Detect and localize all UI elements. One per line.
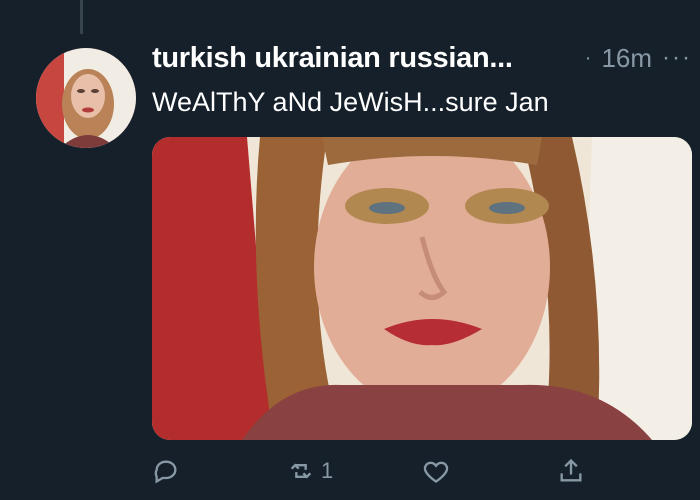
retweet-icon — [290, 463, 312, 479]
tweet-actions: 1 — [152, 452, 692, 490]
tweet-meta: · 16m ··· — [585, 43, 692, 74]
reply-button[interactable] — [152, 457, 287, 485]
thread-line — [80, 0, 83, 34]
like-button[interactable] — [422, 457, 557, 485]
timestamp[interactable]: 16m — [601, 43, 652, 74]
retweet-button[interactable]: 1 — [287, 457, 422, 485]
avatar-image — [36, 48, 136, 148]
media-image — [152, 137, 692, 440]
separator-dot: · — [584, 46, 592, 69]
share-button[interactable] — [557, 457, 692, 485]
avatar[interactable] — [36, 48, 136, 148]
reply-icon — [154, 460, 177, 484]
tweet-media[interactable] — [152, 137, 692, 440]
tweet-header: turkish ukrainian russian... · 16m ··· — [152, 38, 692, 78]
share-icon — [560, 458, 582, 482]
retweet-count: 1 — [321, 458, 334, 483]
tweet-text: WeAlThY aNd JeWisH...sure Jan — [152, 87, 549, 117]
heart-icon — [423, 461, 449, 483]
more-options-icon[interactable]: ··· — [662, 44, 692, 72]
author-name[interactable]: turkish ukrainian russian... — [152, 42, 513, 75]
